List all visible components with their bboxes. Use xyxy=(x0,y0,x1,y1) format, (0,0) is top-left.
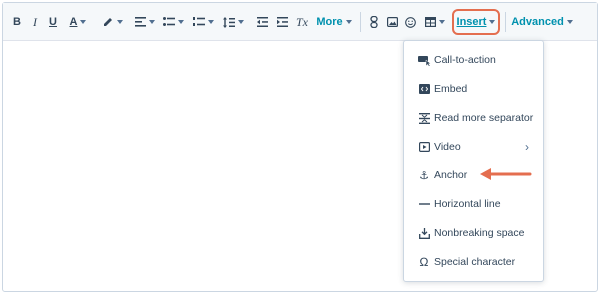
insert-label: Insert xyxy=(456,16,487,28)
insert-menu-item-special-character[interactable]: Ω Special character xyxy=(404,248,543,276)
chevron-down-icon xyxy=(177,20,184,24)
line-height-icon xyxy=(222,16,235,28)
indent-icon xyxy=(276,17,288,27)
insert-menu-item-horizontal-line[interactable]: Horizontal line xyxy=(404,190,543,218)
highlighter-icon xyxy=(103,18,112,26)
insert-menu-label: Embed xyxy=(434,83,468,95)
italic-icon: I xyxy=(33,14,37,29)
bold-icon: B xyxy=(13,16,21,28)
emoji-button[interactable] xyxy=(403,13,417,31)
advanced-dropdown[interactable]: Advanced xyxy=(511,13,573,31)
insert-menu-label: Read more separator xyxy=(434,112,534,124)
clear-formatting-icon: Tx xyxy=(296,14,308,29)
bold-button[interactable]: B xyxy=(11,13,23,31)
omega-icon: Ω xyxy=(419,255,429,269)
emoji-icon xyxy=(404,16,416,28)
table-button[interactable] xyxy=(423,13,447,31)
highlight-color-button[interactable] xyxy=(99,13,125,31)
insert-menu-label: Nonbreaking space xyxy=(434,227,525,239)
chevron-down-icon xyxy=(345,20,352,24)
more-dropdown[interactable]: More xyxy=(315,13,353,31)
chevron-down-icon xyxy=(566,20,573,24)
chevron-down-icon xyxy=(116,20,123,24)
cta-icon xyxy=(417,53,431,67)
image-button[interactable] xyxy=(385,13,399,31)
underline-icon: U xyxy=(49,16,57,28)
chevron-right-icon: › xyxy=(525,140,529,154)
chevron-down-icon xyxy=(237,20,244,24)
insert-menu-item-embed[interactable]: Embed xyxy=(404,75,543,103)
image-icon xyxy=(386,17,398,27)
italic-button[interactable]: I xyxy=(29,13,41,31)
bulleted-list-icon xyxy=(162,17,175,26)
chevron-down-icon xyxy=(207,20,214,24)
insert-menu-label: Anchor xyxy=(434,169,468,181)
text-color-icon: A xyxy=(69,16,78,28)
insert-dropdown[interactable]: Insert xyxy=(452,9,500,35)
callout-arrow-icon xyxy=(480,168,532,180)
chevron-down-icon xyxy=(439,20,445,24)
more-label: More xyxy=(316,16,343,28)
table-icon xyxy=(425,17,436,27)
insert-menu-item-video[interactable]: Video › xyxy=(404,133,543,161)
align-button[interactable] xyxy=(133,13,157,31)
indent-button[interactable] xyxy=(275,13,289,31)
advanced-label: Advanced xyxy=(511,16,564,28)
insert-menu-item-read-more-separator[interactable]: Read more separator xyxy=(404,104,543,132)
outdent-icon xyxy=(256,17,268,27)
video-icon xyxy=(417,140,431,154)
toolbar-divider xyxy=(360,12,361,32)
chevron-down-icon xyxy=(80,20,87,24)
chevron-down-icon xyxy=(489,20,496,24)
line-height-button[interactable] xyxy=(221,13,245,31)
bulleted-list-button[interactable] xyxy=(161,13,185,31)
align-left-icon xyxy=(135,17,146,27)
read-more-icon xyxy=(417,111,431,125)
anchor-icon: ⚓︎ xyxy=(419,169,429,182)
underline-button[interactable]: U xyxy=(47,13,59,31)
insert-menu-label: Video xyxy=(434,141,461,153)
insert-menu-item-call-to-action[interactable]: Call-to-action xyxy=(404,46,543,74)
link-button[interactable] xyxy=(367,13,381,31)
insert-menu-label: Special character xyxy=(434,256,516,268)
embed-icon xyxy=(417,82,431,96)
insert-menu-item-nonbreaking-space[interactable]: Nonbreaking space xyxy=(404,219,543,247)
text-color-button[interactable]: A xyxy=(65,13,91,31)
link-icon xyxy=(370,16,378,28)
insert-menu-label: Call-to-action xyxy=(434,54,496,66)
clear-formatting-button[interactable]: Tx xyxy=(295,13,309,31)
nonbreaking-space-icon xyxy=(417,226,431,240)
numbered-list-button[interactable] xyxy=(191,13,215,31)
toolbar-divider xyxy=(505,12,506,32)
horizontal-line-icon xyxy=(417,197,431,211)
insert-menu-label: Horizontal line xyxy=(434,198,501,210)
chevron-down-icon xyxy=(149,20,155,24)
outdent-button[interactable] xyxy=(255,13,269,31)
insert-menu: Call-to-action Embed Read more separator… xyxy=(403,40,544,282)
editor-toolbar: B I U A Tx More Insert Advanced xyxy=(3,3,597,41)
numbered-list-icon xyxy=(192,17,205,26)
